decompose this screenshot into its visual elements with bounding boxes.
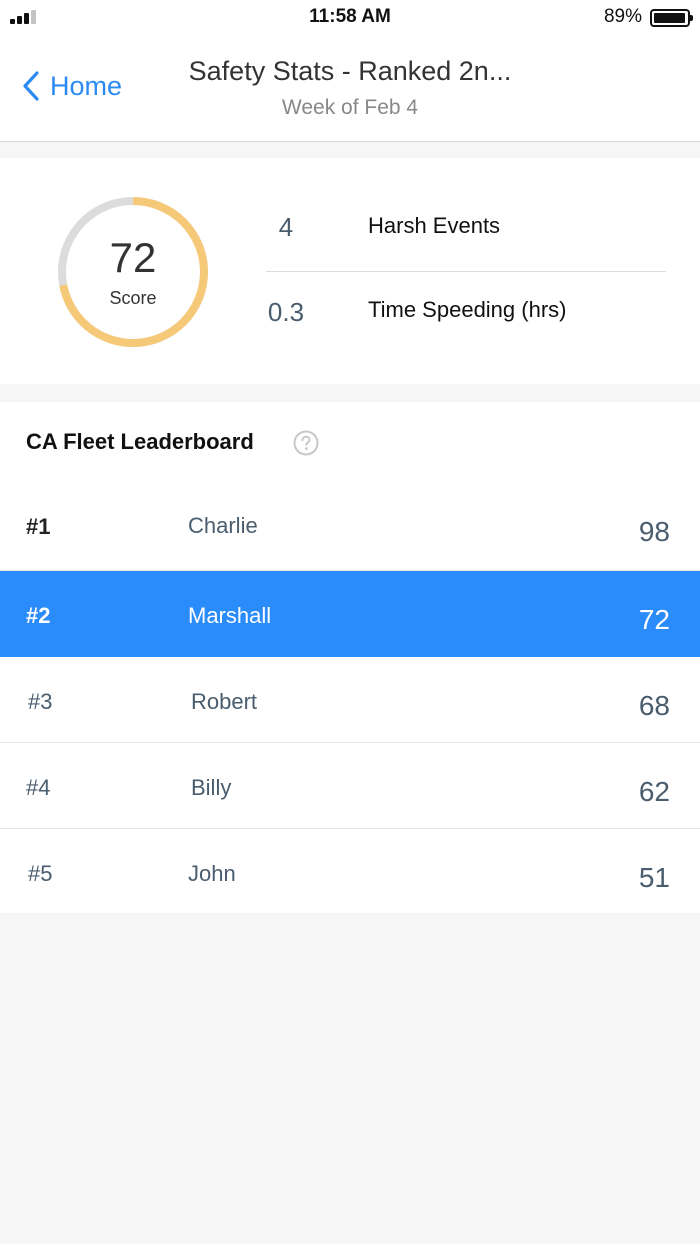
status-time: 11:58 AM [309, 6, 391, 27]
score-value: 72 [109, 234, 157, 281]
leaderboard-rank: #2 [26, 603, 51, 628]
leaderboard-score: 62 [638, 776, 670, 807]
stat-label: Harsh Events [368, 213, 501, 238]
leaderboard-list: #1 Charlie 98 #2 Marshall 72 #3 Robert 6… [0, 482, 700, 912]
leaderboard-title: CA Fleet Leaderboard [26, 429, 254, 454]
leaderboard-driver-name: Marshall [188, 603, 272, 628]
page-title: Safety Stats - Ranked 2n... [188, 56, 512, 86]
leaderboard-row[interactable]: #3 Robert 68 [0, 657, 700, 743]
battery-icon [650, 9, 693, 27]
leaderboard-row[interactable]: #5 John 51 [0, 829, 700, 912]
stat-row-harsh-events: 4 Harsh Events [266, 180, 666, 272]
leaderboard-driver-name: Charlie [188, 513, 258, 538]
stat-row-time-speeding: 0.3 Time Speeding (hrs) [266, 272, 666, 364]
leaderboard-card: CA Fleet Leaderboard #1 Charlie 98 #2 Ma… [0, 402, 700, 913]
leaderboard-row[interactable]: #1 Charlie 98 [0, 482, 700, 571]
score-gauge: 72 Score [55, 194, 211, 350]
leaderboard-score: 98 [638, 516, 670, 547]
leaderboard-rank: #5 [28, 861, 53, 886]
page-subtitle: Week of Feb 4 [281, 96, 419, 119]
leaderboard-score: 68 [638, 690, 670, 721]
leaderboard-driver-name: Billy [191, 775, 232, 800]
leaderboard-row[interactable]: #4 Billy 62 [0, 743, 700, 829]
score-label: Score [109, 288, 157, 308]
stat-value: 0.3 [267, 297, 305, 327]
battery-percent: 89% [603, 6, 642, 27]
score-card: 72 Score 4 Harsh Events 0.3 Time Speedin… [0, 158, 700, 384]
leaderboard-driver-name: Robert [191, 689, 258, 714]
stat-label: Time Speeding (hrs) [368, 297, 567, 322]
leaderboard-row-current-user[interactable]: #2 Marshall 72 [0, 571, 700, 657]
leaderboard-rank: #3 [28, 689, 53, 714]
leaderboard-rank: #4 [26, 775, 51, 800]
leaderboard-driver-name: John [188, 861, 236, 886]
leaderboard-score: 72 [638, 604, 670, 635]
leaderboard-score: 51 [638, 862, 670, 893]
navigation-bar: Home Safety Stats - Ranked 2n... Week of… [0, 36, 700, 142]
question-circle-icon[interactable] [293, 430, 319, 456]
leaderboard-rank: #1 [26, 514, 51, 539]
stat-value: 4 [278, 212, 294, 242]
status-bar: 11:58 AM 89% [0, 0, 700, 36]
